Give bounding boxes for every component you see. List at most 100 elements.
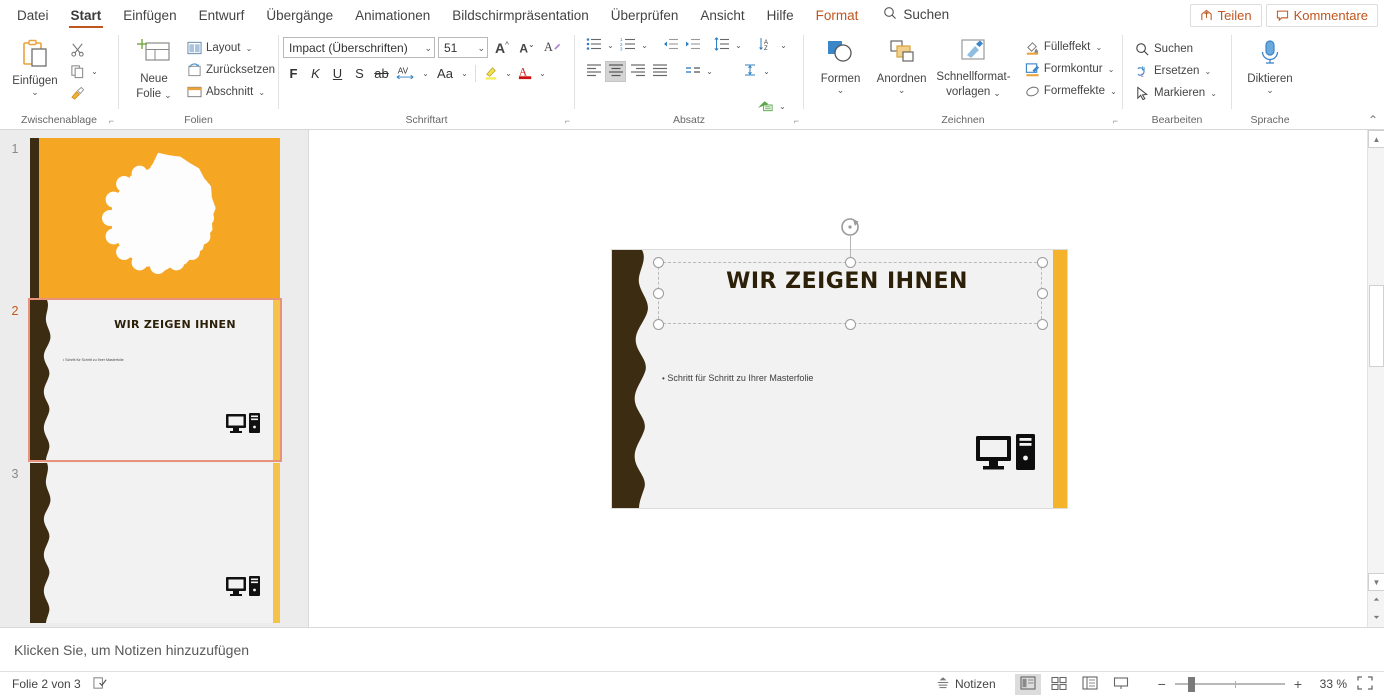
- tab-format[interactable]: Format: [805, 5, 870, 29]
- tab-einfuegen[interactable]: Einfügen: [112, 5, 187, 29]
- dictate-button[interactable]: Diktieren ⌄: [1239, 34, 1301, 95]
- next-slide-button[interactable]: ⏷: [1368, 609, 1384, 627]
- zoom-slider-thumb[interactable]: [1187, 676, 1195, 692]
- zoom-slider[interactable]: [1174, 674, 1285, 695]
- tab-ueberpruefen[interactable]: Überprüfen: [600, 5, 690, 29]
- resize-handle-top-left[interactable]: [653, 257, 664, 268]
- view-slide-sorter-button[interactable]: [1046, 674, 1072, 695]
- rotate-handle-icon[interactable]: [839, 216, 861, 238]
- resize-handle-bottom-center[interactable]: [845, 319, 856, 330]
- shape-outline-button[interactable]: Formkontur ⌄: [1021, 58, 1122, 80]
- tab-datei[interactable]: Datei: [6, 5, 60, 29]
- shapes-chevron-down-icon[interactable]: ⌄: [837, 86, 845, 95]
- resize-handle-middle-left[interactable]: [653, 288, 664, 299]
- bullets-button[interactable]: [583, 35, 604, 56]
- smartart-chevron-down-icon[interactable]: ⌄: [777, 102, 788, 111]
- slide-thumbnail-1[interactable]: [30, 138, 280, 298]
- scroll-up-button[interactable]: ▲: [1368, 130, 1384, 148]
- shape-fill-button[interactable]: Fülleffekt ⌄: [1021, 36, 1122, 58]
- bold-button[interactable]: F: [283, 63, 304, 84]
- tab-entwurf[interactable]: Entwurf: [188, 5, 256, 29]
- increase-font-size-button[interactable]: A^: [491, 37, 513, 58]
- italic-button[interactable]: K: [305, 63, 326, 84]
- share-button[interactable]: Teilen: [1189, 4, 1262, 27]
- text-shadow-button[interactable]: S: [349, 63, 370, 84]
- section-button[interactable]: Abschnitt ⌄: [183, 81, 278, 103]
- zoom-percentage-label[interactable]: 33 %: [1311, 677, 1347, 691]
- decrease-indent-button[interactable]: [660, 35, 681, 56]
- strikethrough-button[interactable]: ab: [371, 63, 392, 84]
- cut-button[interactable]: [66, 38, 103, 60]
- align-center-button[interactable]: [605, 61, 626, 82]
- zoom-out-button[interactable]: −: [1154, 676, 1170, 692]
- shape-effects-chevron-down-icon[interactable]: ⌄: [1108, 87, 1119, 96]
- reset-button[interactable]: Zurücksetzen: [183, 59, 278, 81]
- fit-to-window-button[interactable]: [1352, 674, 1378, 695]
- collapse-ribbon-button[interactable]: ⌃: [1368, 113, 1378, 127]
- increase-indent-button[interactable]: [682, 35, 703, 56]
- arrange-button[interactable]: Anordnen ⌄: [871, 34, 932, 95]
- change-case-chevron-down-icon[interactable]: ⌄: [459, 69, 470, 78]
- resize-handle-bottom-left[interactable]: [653, 319, 664, 330]
- layout-chevron-down-icon[interactable]: ⌄: [244, 44, 255, 53]
- align-right-button[interactable]: [627, 61, 648, 82]
- line-spacing-chevron-down-icon[interactable]: ⌄: [733, 41, 744, 50]
- columns-chevron-down-icon[interactable]: ⌄: [704, 67, 715, 76]
- format-painter-button[interactable]: [66, 82, 103, 104]
- paste-chevron-down-icon[interactable]: ⌄: [31, 88, 39, 97]
- font-name-chevron-down-icon[interactable]: ⌄: [424, 43, 432, 52]
- paste-button[interactable]: Einfügen ⌄: [4, 34, 66, 97]
- character-spacing-button[interactable]: AV: [393, 63, 419, 84]
- quick-styles-button[interactable]: Schnellformat- vorlagen ⌄: [932, 34, 1015, 99]
- highlight-chevron-down-icon[interactable]: ⌄: [503, 69, 514, 78]
- title-placeholder-selection-frame[interactable]: [658, 262, 1042, 324]
- find-button[interactable]: Suchen: [1131, 38, 1222, 60]
- previous-slide-button[interactable]: ⏶: [1368, 591, 1384, 609]
- text-direction-chevron-down-icon[interactable]: ⌄: [778, 41, 789, 50]
- view-reading-button[interactable]: [1077, 674, 1103, 695]
- tab-uebergaenge[interactable]: Übergänge: [255, 5, 344, 29]
- computer-icon[interactable]: [974, 432, 1042, 480]
- notes-pane[interactable]: Klicken Sie, um Notizen hinzuzufügen: [0, 627, 1384, 671]
- comments-button[interactable]: Kommentare: [1265, 4, 1378, 27]
- align-text-button[interactable]: [739, 61, 760, 82]
- tab-hilfe[interactable]: Hilfe: [756, 5, 805, 29]
- decrease-font-size-button[interactable]: A⌄: [516, 37, 538, 58]
- resize-handle-middle-right[interactable]: [1037, 288, 1048, 299]
- dialog-launcher-icon[interactable]: ⌐: [794, 114, 799, 128]
- view-slideshow-button[interactable]: [1108, 674, 1134, 695]
- resize-handle-bottom-right[interactable]: [1037, 319, 1048, 330]
- section-chevron-down-icon[interactable]: ⌄: [256, 88, 267, 97]
- tab-bildschirmpraesentation[interactable]: Bildschirmpräsentation: [441, 5, 600, 29]
- columns-button[interactable]: [682, 61, 703, 82]
- dialog-launcher-icon[interactable]: ⌐: [109, 114, 114, 128]
- notes-placeholder[interactable]: Klicken Sie, um Notizen hinzuzufügen: [14, 642, 249, 658]
- numbering-button[interactable]: 123: [617, 35, 638, 56]
- slide-editing-area[interactable]: WIR ZEIGEN IHNEN • Schritt für Schritt z…: [309, 130, 1384, 627]
- dictate-chevron-down-icon[interactable]: ⌄: [1266, 86, 1274, 95]
- tab-start[interactable]: Start: [60, 5, 113, 29]
- search-box[interactable]: Suchen: [869, 3, 959, 29]
- slide-accent-bar[interactable]: [1053, 250, 1067, 508]
- quick-styles-chevron-down-icon[interactable]: ⌄: [993, 88, 1001, 97]
- slide-thumbnail-2[interactable]: WIR ZEIGEN IHNEN • Schritt für Schritt z…: [28, 298, 282, 462]
- justify-button[interactable]: [649, 61, 670, 82]
- tab-animationen[interactable]: Animationen: [344, 5, 441, 29]
- font-name-combo[interactable]: Impact (Überschriften) ⌄: [283, 37, 435, 58]
- text-highlight-button[interactable]: [481, 63, 502, 84]
- font-size-combo[interactable]: 51 ⌄: [438, 37, 488, 58]
- new-slide-button[interactable]: Neue Folie ⌄: [125, 34, 183, 101]
- shape-fill-chevron-down-icon[interactable]: ⌄: [1093, 43, 1104, 52]
- vertical-scrollbar[interactable]: ▲ ▼ ⏶ ⏷: [1367, 130, 1384, 627]
- line-spacing-button[interactable]: [711, 35, 732, 56]
- thumbnail-item-2[interactable]: 2 WIR ZEIGEN IHNEN • Schritt für Schritt…: [0, 298, 282, 462]
- zoom-in-button[interactable]: +: [1290, 676, 1306, 692]
- layout-button[interactable]: Layout ⌄: [183, 37, 278, 59]
- numbering-chevron-down-icon[interactable]: ⌄: [639, 41, 650, 50]
- character-spacing-chevron-down-icon[interactable]: ⌄: [420, 69, 431, 78]
- shape-outline-chevron-down-icon[interactable]: ⌄: [1106, 65, 1117, 74]
- clear-formatting-button[interactable]: A: [541, 37, 563, 58]
- font-size-chevron-down-icon[interactable]: ⌄: [477, 43, 485, 52]
- dialog-launcher-icon[interactable]: ⌐: [565, 114, 570, 128]
- current-slide-canvas[interactable]: WIR ZEIGEN IHNEN • Schritt für Schritt z…: [612, 218, 1067, 508]
